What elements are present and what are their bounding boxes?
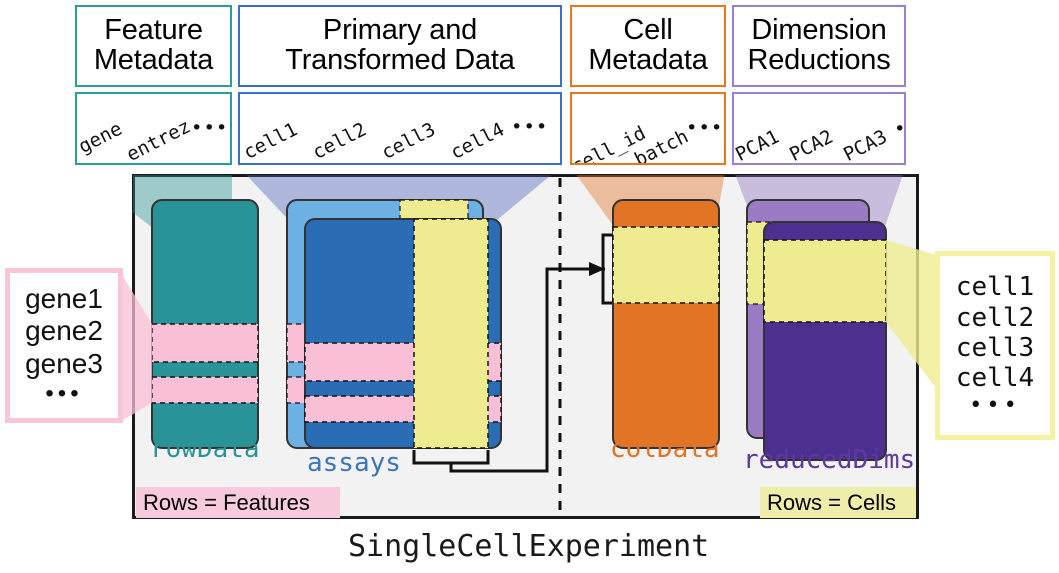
diagram-caption: SingleCellExperiment — [348, 529, 710, 564]
column-cell3: cell3 — [378, 118, 439, 164]
callout-cell-4: cell4 — [955, 362, 1035, 393]
header-box-feature-metadata[interactable]: Feature Metadata — [75, 5, 232, 87]
column-pca3: PCA3 — [840, 125, 891, 165]
columns-box-primary-transformed-data[interactable]: cell1 cell2 cell3 cell4 ••• — [238, 92, 562, 165]
slot-coldata — [612, 199, 720, 449]
columns-box-dimension-reductions[interactable]: PCA1 PCA2 PCA3 ••• — [732, 92, 906, 165]
callout-gene-3: gene3 — [25, 347, 103, 379]
header-title-dimension-reductions: Dimension Reductions — [747, 14, 891, 76]
header-title-feature-metadata: Feature Metadata — [93, 14, 214, 76]
column-gene: gene — [75, 117, 126, 158]
columns-box-cell-metadata[interactable]: cell_id batch ••• — [570, 92, 726, 165]
callout-cell-1: cell1 — [955, 272, 1035, 303]
badge-rows-features: Rows = Features — [136, 487, 340, 518]
slot-label-coldata: colData — [610, 434, 720, 464]
callout-cells-ellipsis: ••• — [969, 393, 1021, 419]
callout-cell-2: cell2 — [955, 302, 1035, 333]
column-entrez: entrez — [123, 115, 195, 165]
slot-label-reduceddims: reducedDims — [743, 445, 916, 475]
column-cell2: cell2 — [309, 118, 370, 164]
header-box-dimension-reductions[interactable]: Dimension Reductions — [732, 5, 906, 87]
badge-rows-cells-text: Rows = Cells — [767, 489, 896, 515]
callout-gene-1: gene1 — [25, 282, 103, 314]
diagram-root: Feature Metadata Primary and Transformed D… — [0, 0, 1059, 573]
column-pca1: PCA1 — [732, 125, 783, 165]
column-cell4: cell4 — [447, 118, 508, 164]
callout-genes-ellipsis: ••• — [45, 380, 83, 408]
slot-reduceddims — [746, 199, 887, 461]
slot-rowdata — [151, 199, 259, 449]
columns-box-feature-metadata[interactable]: gene entrez ••• — [75, 92, 232, 165]
badge-rows-features-text: Rows = Features — [143, 489, 310, 515]
columns-ellipsis-cellmeta: ••• — [686, 117, 724, 139]
column-pca2: PCA2 — [786, 125, 837, 165]
slot-assays — [286, 199, 502, 449]
callout-cell-3: cell3 — [955, 332, 1035, 363]
columns-ellipsis-primary: ••• — [511, 116, 549, 138]
header-box-primary-transformed-data[interactable]: Primary and Transformed Data — [238, 5, 562, 87]
header-title-primary-transformed-data: Primary and Transformed Data — [285, 14, 515, 76]
slot-label-rowdata: rowData — [150, 434, 260, 464]
callout-gene-2: gene2 — [25, 315, 103, 347]
columns-ellipsis-dimred: ••• — [894, 118, 906, 140]
header-box-cell-metadata[interactable]: Cell Metadata — [570, 5, 726, 87]
columns-ellipsis-feature: ••• — [191, 117, 229, 139]
callout-cells[interactable]: cell1 cell2 cell3 cell4 ••• — [935, 251, 1055, 440]
slot-label-assays: assays — [307, 448, 401, 478]
callout-genes[interactable]: gene1 gene2 gene3 ••• — [5, 268, 123, 423]
badge-rows-cells: Rows = Cells — [760, 487, 916, 518]
column-cell1: cell1 — [240, 118, 301, 164]
header-title-cell-metadata: Cell Metadata — [588, 14, 708, 76]
